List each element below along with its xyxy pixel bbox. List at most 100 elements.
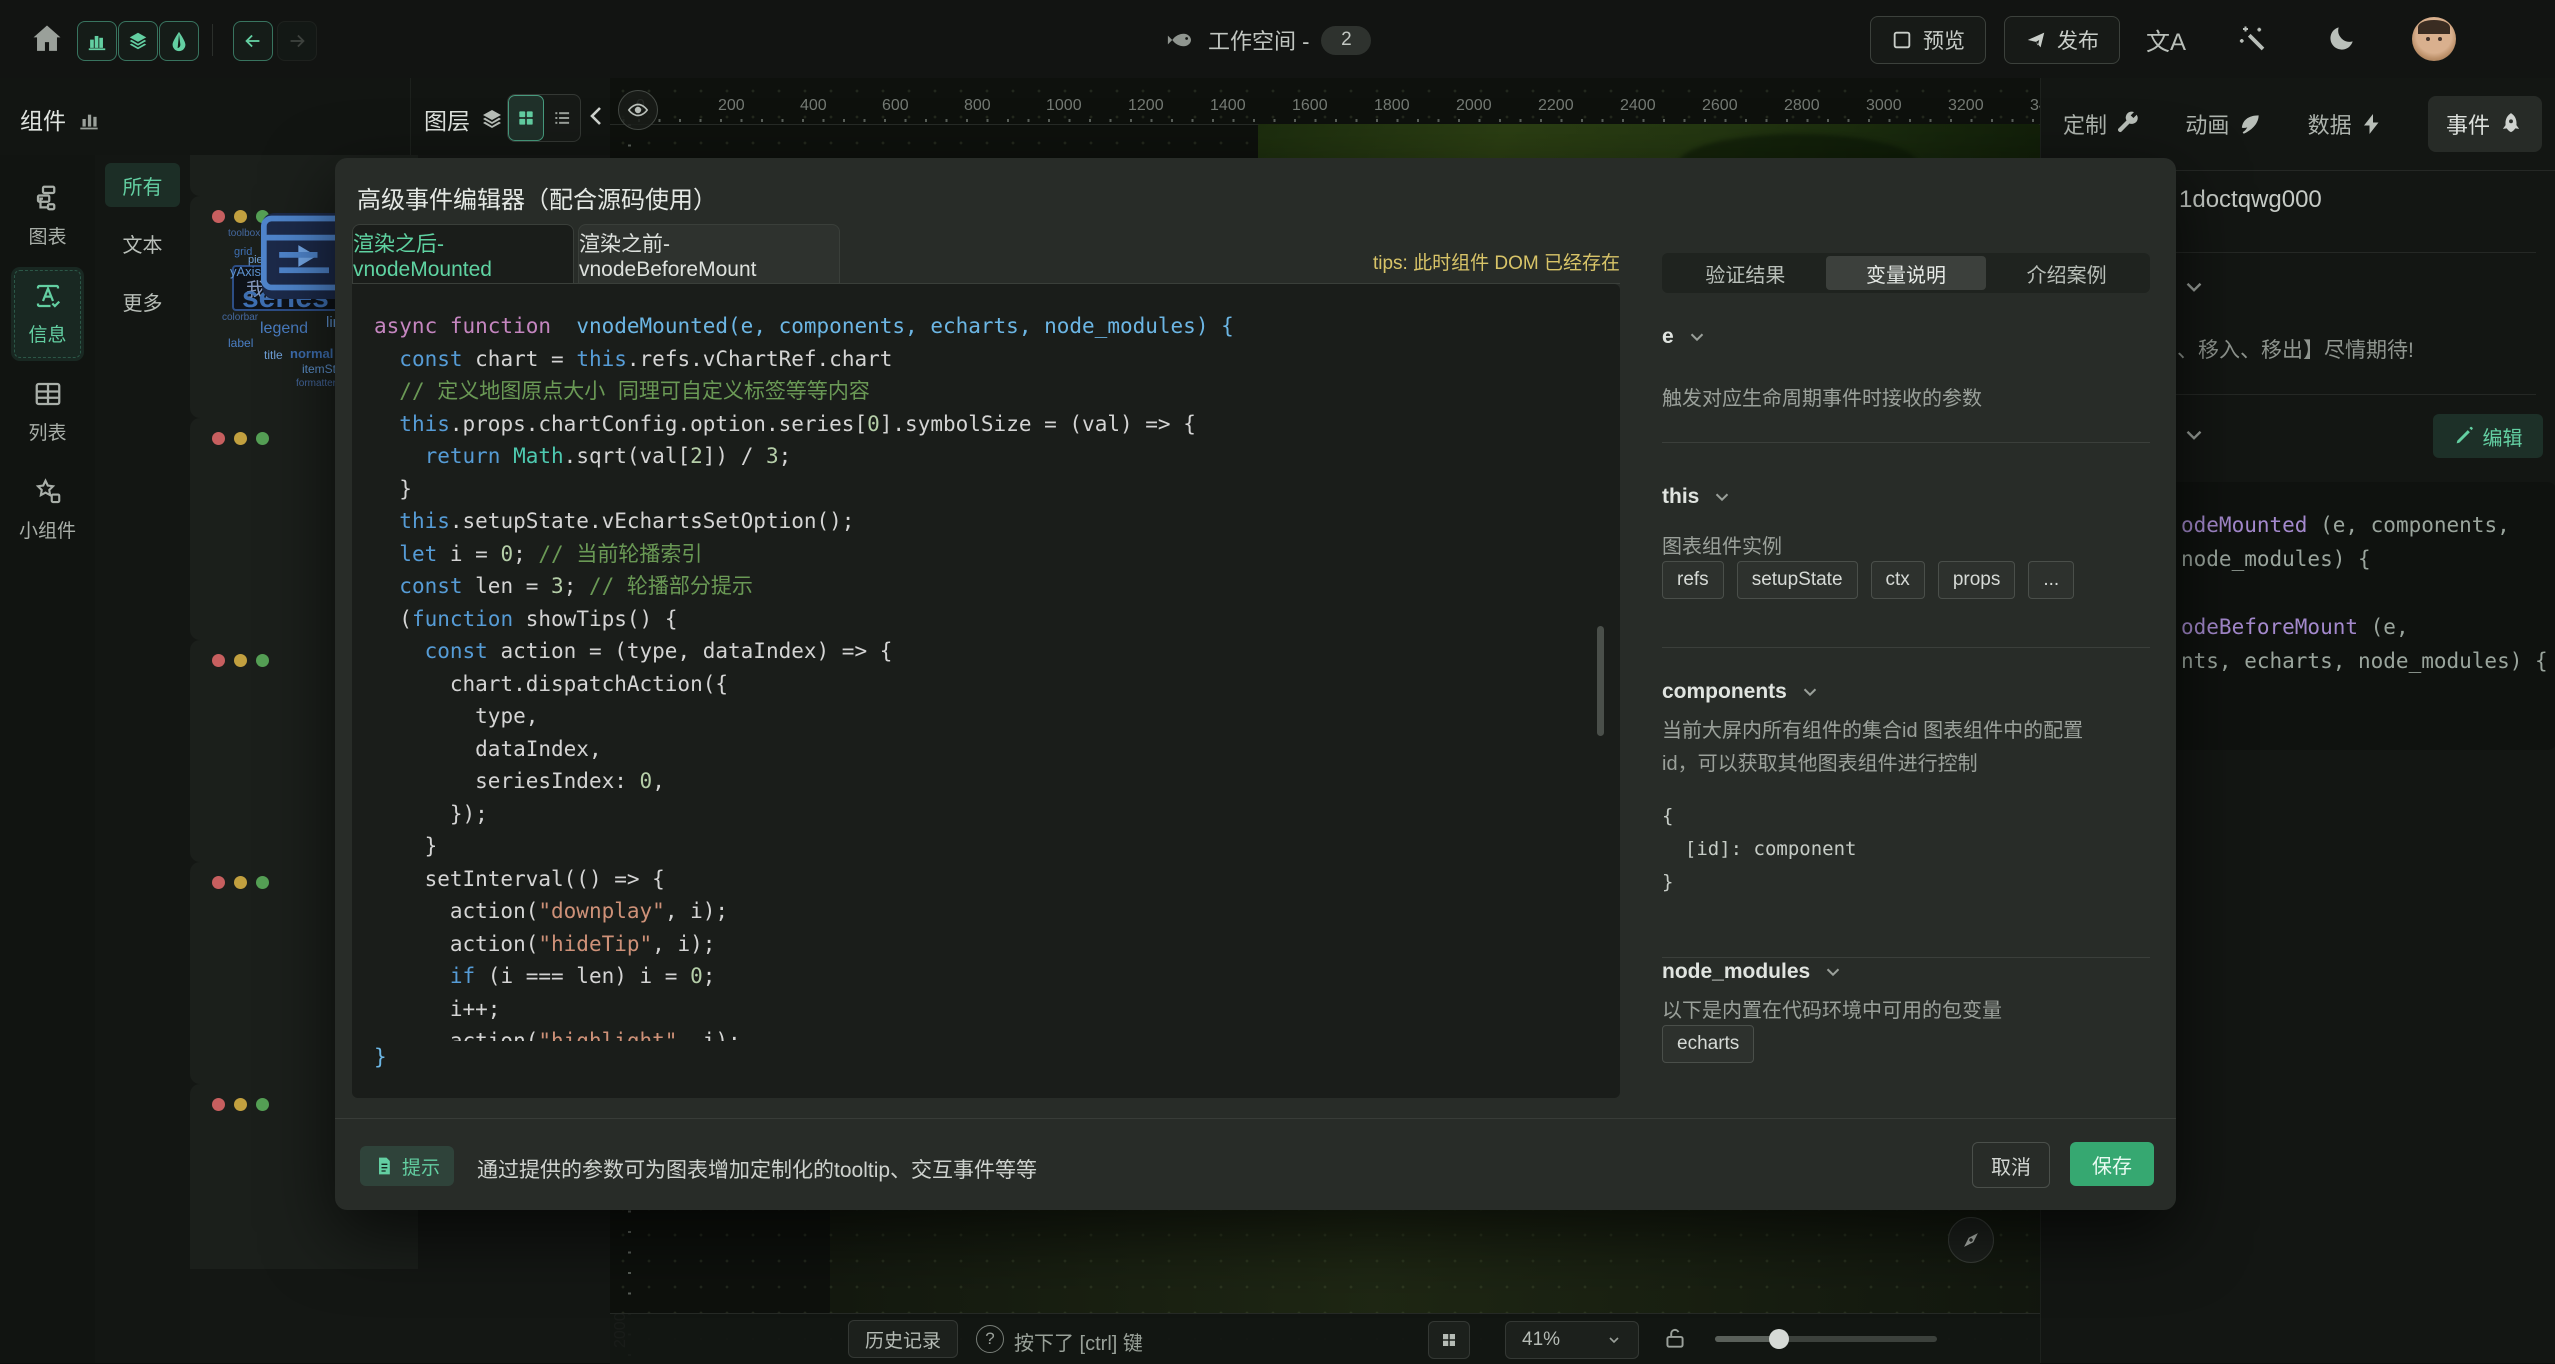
chevron-down-icon: [1686, 326, 1708, 348]
component-id-tail: 1doctqwg000: [2179, 186, 2322, 214]
zoom-slider-track[interactable]: [1715, 1336, 1937, 1342]
sidebar-tab-wrench[interactable]: 定制: [2063, 108, 2141, 140]
tab-vnode-mounted[interactable]: 渲染之后-vnodeMounted: [352, 224, 574, 284]
history-button[interactable]: 历史记录: [848, 1320, 958, 1358]
drop-mode-button[interactable]: [159, 21, 199, 61]
eye-toggle-icon[interactable]: [618, 90, 658, 130]
workspace-label: 工作空间 -: [1208, 24, 1309, 56]
code-line: return Math.sqrt(val[2]) / 3;: [374, 440, 1620, 473]
sidebar-tab-bolt[interactable]: 数据: [2308, 108, 2384, 140]
code-line: });: [374, 798, 1620, 831]
code-line: dataIndex,: [374, 733, 1620, 766]
side-tab-1[interactable]: 验证结果: [1665, 256, 1826, 290]
redo-button[interactable]: [277, 21, 317, 61]
ruler-label: 2400: [1620, 97, 1656, 115]
lifecycle-code-preview[interactable]: odeMounted (e, components,node_modules) …: [2157, 482, 2555, 750]
chart-mode-button[interactable]: [77, 21, 117, 61]
category-1[interactable]: 所有: [105, 163, 180, 207]
side-tab-2[interactable]: 变量说明: [1826, 256, 1987, 290]
section-header-e[interactable]: e: [1662, 325, 1708, 349]
code-line: this.props.chartConfig.option.series[0].…: [374, 408, 1620, 441]
ruler-label: 2200: [1538, 97, 1574, 115]
code-line: action("highlight", i);: [374, 1025, 1620, 1041]
dark-mode-moon-icon[interactable]: [2326, 22, 2358, 54]
sidebar-code-line: [2181, 576, 2555, 610]
section-desc: 图表组件实例: [1662, 531, 1782, 564]
key-hint: 按下了 [ctrl] 键: [1014, 1327, 1143, 1356]
modal-footer-divider: [335, 1118, 2176, 1119]
save-button[interactable]: 保存: [2070, 1142, 2154, 1186]
help-icon[interactable]: ?: [976, 1325, 1004, 1353]
code-line: i++;: [374, 993, 1620, 1026]
grid-toggle-button[interactable]: [1428, 1321, 1470, 1359]
horizontal-ruler: 0200400600800100012001400160018002000220…: [610, 96, 2040, 125]
table-icon: [33, 379, 63, 409]
magic-wand-icon[interactable]: [2238, 24, 2268, 54]
left-panel-header: 组件 图层: [0, 78, 610, 156]
code-line: chart.dispatchAction({: [374, 668, 1620, 701]
code-line: if (i === len) i = 0;: [374, 960, 1620, 993]
section-header-components[interactable]: components: [1662, 680, 1821, 704]
code-line: const len = 3; // 轮播部分提示: [374, 570, 1620, 603]
rail-item-info-a[interactable]: 信息: [11, 267, 84, 361]
section-desc: 触发对应生命周期事件时接收的参数: [1662, 383, 1982, 416]
sidebar-tab-leaf[interactable]: 动画: [2185, 108, 2263, 140]
ruler-label: 600: [882, 97, 909, 115]
code-line: // 定义地图原点大小 同理可自定义标签等等内容: [374, 375, 1620, 408]
side-tab-3[interactable]: 介绍案例: [1986, 256, 2147, 290]
zoom-slider-handle[interactable]: [1769, 1329, 1789, 1349]
advanced-event-editor-modal: 高级事件编辑器（配合源码使用） 渲染之后-vnodeMounted 渲染之前-v…: [335, 158, 2176, 1210]
rail-item-table[interactable]: 列表: [11, 365, 84, 459]
section-chevron-down-icon[interactable]: [2181, 274, 2207, 300]
user-avatar[interactable]: [2412, 17, 2456, 61]
section-desc: id，可以获取其他图表组件进行控制: [1662, 748, 1978, 781]
ruler-label: 1000: [1046, 97, 1082, 115]
collapse-panel-chevron-icon[interactable]: [585, 100, 609, 132]
category-3[interactable]: 更多: [105, 279, 180, 323]
variable-chip: setupState: [1737, 561, 1858, 599]
preview-button[interactable]: 预览: [1870, 16, 1986, 64]
section-chevron-down-icon[interactable]: [2181, 422, 2207, 448]
undo-button[interactable]: [233, 21, 273, 61]
variable-chip: props: [1938, 561, 2016, 599]
rail-item-label: 图表: [28, 222, 66, 249]
header-divider: [410, 78, 411, 155]
canvas-bottom-bar: 历史记录 ? 按下了 [ctrl] 键 41%: [610, 1313, 2040, 1364]
category-2[interactable]: 文本: [105, 221, 180, 265]
layers-icon: [480, 107, 504, 131]
chevron-down-icon: [1711, 486, 1733, 508]
sidebar-code-line: node_modules) {: [2181, 542, 2555, 576]
edit-advanced-events-button[interactable]: 编辑: [2433, 414, 2543, 458]
list-view-button[interactable]: [544, 95, 580, 141]
ruler-label: 1600: [1292, 97, 1328, 115]
variable-chip: ...: [2028, 561, 2074, 599]
tab-vnode-before-mount[interactable]: 渲染之前-vnodeBeforeMount: [578, 224, 840, 284]
workspace-count-badge: 2: [1321, 26, 1371, 55]
variable-chip: refs: [1662, 561, 1724, 599]
home-icon[interactable]: [28, 20, 66, 58]
rail-item-flow[interactable]: 图表: [11, 169, 84, 263]
code-editor-scrollbar[interactable]: [1597, 626, 1604, 736]
code-line: setInterval(() => {: [374, 863, 1620, 896]
code-line: const action = (type, dataIndex) => {: [374, 635, 1620, 668]
cancel-button[interactable]: 取消: [1972, 1142, 2050, 1188]
ruler-label: 1400: [1210, 97, 1246, 115]
rocket-icon: [2498, 111, 2524, 137]
rail-item-widget-star[interactable]: 小组件: [11, 463, 84, 557]
zoom-select[interactable]: 41%: [1505, 1321, 1639, 1359]
layers-mode-button[interactable]: [118, 21, 158, 61]
section-header-this[interactable]: this: [1662, 485, 1733, 509]
language-icon[interactable]: 文A: [2146, 22, 2186, 57]
ruler-label: 2600: [1702, 97, 1738, 115]
flow-icon: [33, 183, 63, 213]
sidebar-tab-rocket[interactable]: 事件: [2428, 96, 2542, 152]
section-header-node_modules[interactable]: node_modules: [1662, 960, 1844, 984]
lock-icon[interactable]: [1662, 1325, 1688, 1351]
variable-chip: echarts: [1662, 1025, 1754, 1063]
modal-side-panel: 验证结果变量说明介绍案例 e 触发对应生命周期事件时接收的参数 this 图表组件实例…: [1662, 253, 2150, 1243]
chevron-down-icon: [1822, 961, 1844, 983]
publish-button[interactable]: 发布: [2004, 16, 2120, 64]
send-icon: [2025, 29, 2047, 51]
code-editor[interactable]: async function vnodeMounted(e, component…: [352, 284, 1620, 1098]
grid-view-button[interactable]: [508, 95, 544, 141]
